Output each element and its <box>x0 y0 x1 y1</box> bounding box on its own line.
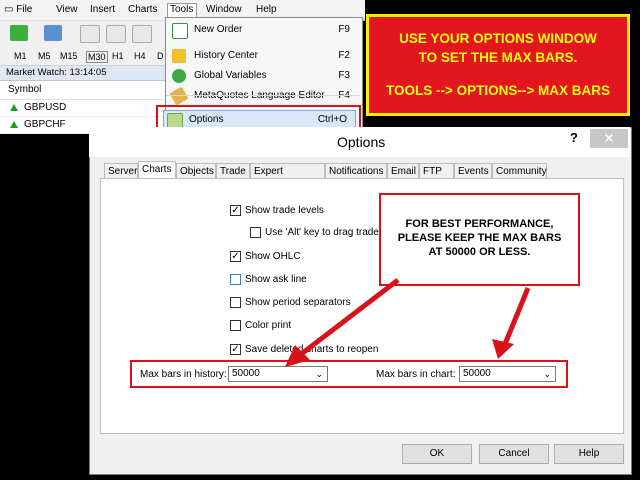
callout-arrows <box>285 278 531 367</box>
arrow-head <box>492 339 514 359</box>
arrow-to-chart-combo <box>492 287 531 359</box>
arrow-to-history-combo <box>285 278 400 367</box>
arrow-shaft <box>502 287 531 345</box>
arrow-shaft <box>298 278 400 357</box>
